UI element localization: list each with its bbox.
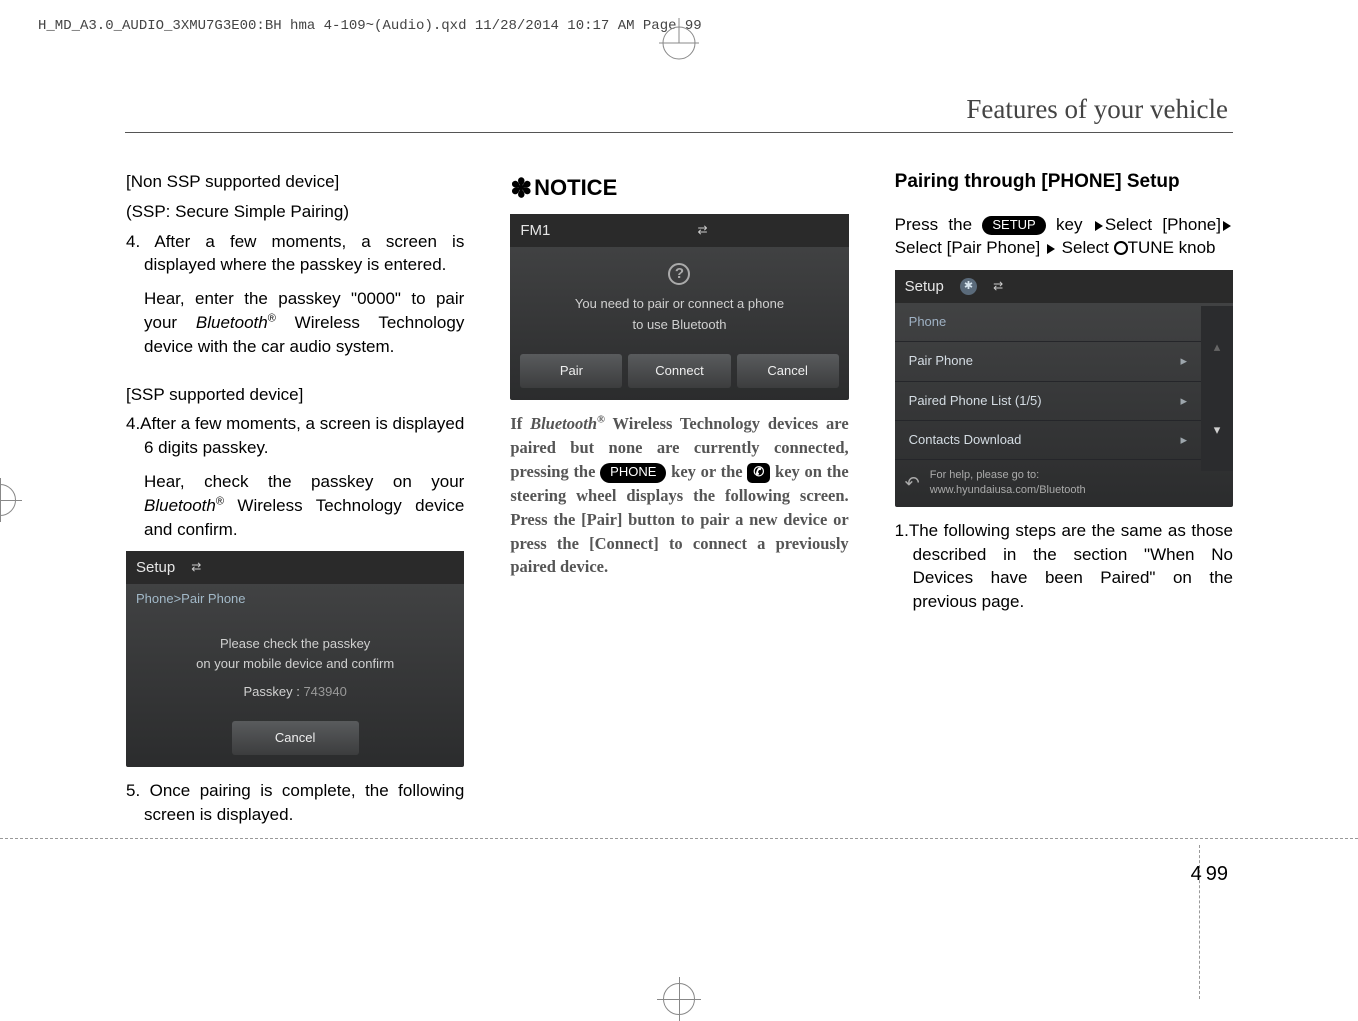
ss-buttons: Cancel <box>126 715 464 767</box>
reg-mark: ® <box>216 495 224 507</box>
subheading-ssp-def: (SSP: Secure Simple Pairing) <box>126 200 464 224</box>
text: If <box>510 414 530 433</box>
cancel-button[interactable]: Cancel <box>232 721 359 755</box>
heading-ssp: [SSP supported device] <box>126 383 464 407</box>
ss-line1: Please check the passkey <box>138 635 452 653</box>
notice-label: NOTICE <box>534 175 617 200</box>
column-1: [Non SSP supported device] (SSP: Secure … <box>126 170 464 837</box>
section-title: Features of your vehicle <box>966 94 1228 125</box>
setup-key-chip: SETUP <box>982 216 1045 235</box>
tune-knob-icon <box>1114 241 1128 255</box>
phone-key-chip: PHONE <box>600 463 666 483</box>
print-header: H_MD_A3.0_AUDIO_3XMU7G3E00:BH hma 4-109~… <box>38 18 702 34</box>
top-crop-mark <box>654 18 704 68</box>
ss-passkey: Passkey : 743940 <box>138 683 452 701</box>
text: Select [Phone] <box>1105 215 1221 234</box>
crop-dash-h <box>0 838 1358 839</box>
notice-heading: ✽NOTICE <box>510 170 848 206</box>
label: Paired Phone List (1/5) <box>909 392 1042 410</box>
step-5: 5. Once pairing is complete, the followi… <box>126 779 464 827</box>
menu-pair-phone[interactable]: Pair Phone ▸ <box>895 342 1201 381</box>
ss-titlebar: Setup ⇄ <box>126 551 464 584</box>
ss-buttons: Pair Connect Cancel <box>510 348 848 400</box>
step-1: 1.The following steps are the same as th… <box>895 519 1233 614</box>
triangle-icon <box>1095 221 1103 231</box>
help-text: For help, please go to: www.hyundaiusa.c… <box>930 468 1086 499</box>
chevron-right-icon: ▸ <box>1180 392 1187 410</box>
step-4-nonssp: 4. After a few moments, a screen is disp… <box>126 230 464 278</box>
text: TUNE knob <box>1128 238 1216 257</box>
scroll-buttons: ▴ ▾ <box>1201 306 1233 471</box>
car-icon: ⇄ <box>697 222 707 239</box>
column-3: Pairing through [PHONE] Setup Press the … <box>895 170 1233 837</box>
instruction-sequence: Press the SETUP key Select [Phone] Select… <box>895 213 1233 261</box>
registration-mark-bottom <box>657 977 701 1021</box>
help-l2: www.hyundaiusa.com/Bluetooth <box>930 484 1086 496</box>
heading-phone-setup: Pairing through [PHONE] Setup <box>895 170 1233 195</box>
column-2: ✽NOTICE FM1 ⇄ ? You need to pair or conn… <box>510 170 848 837</box>
label: Contacts Download <box>909 431 1022 449</box>
reg-mark: ® <box>597 413 605 425</box>
heading-non-ssp: [Non SSP supported device] <box>126 170 464 194</box>
star-icon: ✽ <box>510 173 532 203</box>
ss-title-text: Setup <box>905 276 944 297</box>
chevron-right-icon: ▸ <box>1180 431 1187 449</box>
triangle-icon <box>1223 221 1231 231</box>
screenshot-pair-prompt: FM1 ⇄ ? You need to pair or connect a ph… <box>510 214 848 400</box>
pair-button[interactable]: Pair <box>520 354 622 388</box>
label: Phone <box>909 313 947 331</box>
text: Press the <box>895 215 983 234</box>
cancel-button[interactable]: Cancel <box>737 354 839 388</box>
menu-contacts-dl[interactable]: Contacts Download ▸ <box>895 421 1201 460</box>
chapter-num: 4 <box>1191 863 1202 885</box>
connect-button[interactable]: Connect <box>628 354 730 388</box>
ss-titlebar: Setup ✱ ⇄ <box>895 270 1233 303</box>
menu-paired-list[interactable]: Paired Phone List (1/5) ▸ <box>895 382 1201 421</box>
chevron-right-icon: ▸ <box>1180 352 1187 370</box>
text: Select [Pair Phone] <box>895 238 1045 257</box>
question-icon: ? <box>668 263 690 285</box>
car-icon: ⇄ <box>993 278 1003 295</box>
ss-title-text: FM1 <box>520 220 550 241</box>
ss-line2: to use Bluetooth <box>522 316 836 334</box>
ss-footer: ↶ For help, please go to: www.hyundaiusa… <box>895 460 1233 507</box>
passkey-label: Passkey : <box>243 684 303 699</box>
ss-body: Please check the passkey on your mobile … <box>126 615 464 716</box>
step-4-nonssp-cont: Hear, enter the passkey "0000" to pair y… <box>126 287 464 358</box>
bluetooth-word: Bluetooth <box>144 496 216 515</box>
text: Select <box>1062 238 1114 257</box>
bluetooth-word: Bluetooth <box>196 313 268 332</box>
call-key-icon: ✆ <box>747 463 770 483</box>
step-4-ssp: 4.After a few moments, a screen is displ… <box>126 412 464 460</box>
screenshot-setup-phone: Setup ✱ ⇄ 1/2 Phone Pair Phone▸ Paired P… <box>895 270 1233 507</box>
text: key or the <box>666 462 747 481</box>
step-4-ssp-cont: Hear, check the passkey on your Bluetoot… <box>126 470 464 541</box>
triangle-icon <box>1047 244 1055 254</box>
label: Pair Phone <box>909 352 973 370</box>
ss-titlebar: FM1 ⇄ <box>510 214 848 247</box>
ss-title-text: Setup <box>136 557 175 578</box>
reg-mark: ® <box>268 312 276 324</box>
scroll-down-button[interactable]: ▾ <box>1201 389 1233 471</box>
menu-phone[interactable]: Phone <box>895 303 1233 342</box>
title-underline <box>125 132 1233 133</box>
bluetooth-icon: ✱ <box>960 278 977 295</box>
bluetooth-word: Bluetooth <box>530 414 597 433</box>
text: key <box>1046 215 1093 234</box>
ss-breadcrumb: Phone>Pair Phone <box>126 584 464 614</box>
registration-mark-left <box>0 478 22 522</box>
page-num: 99 <box>1206 863 1228 885</box>
back-icon[interactable]: ↶ <box>905 471 920 496</box>
page-number: 499 <box>1191 863 1228 886</box>
scroll-up-button[interactable]: ▴ <box>1201 306 1233 388</box>
text: Hear, check the passkey on your <box>144 472 464 491</box>
ss-body: ? You need to pair or connect a phone to… <box>510 247 848 347</box>
passkey-value: 743940 <box>303 684 346 699</box>
notice-body: If Bluetooth® Wireless Technology device… <box>510 412 848 579</box>
help-l1: For help, please go to: <box>930 469 1039 481</box>
ss-line2: on your mobile device and confirm <box>138 655 452 673</box>
ss-line1: You need to pair or connect a phone <box>522 295 836 313</box>
car-icon: ⇄ <box>191 559 201 576</box>
screenshot-passkey: Setup ⇄ Phone>Pair Phone Please check th… <box>126 551 464 767</box>
